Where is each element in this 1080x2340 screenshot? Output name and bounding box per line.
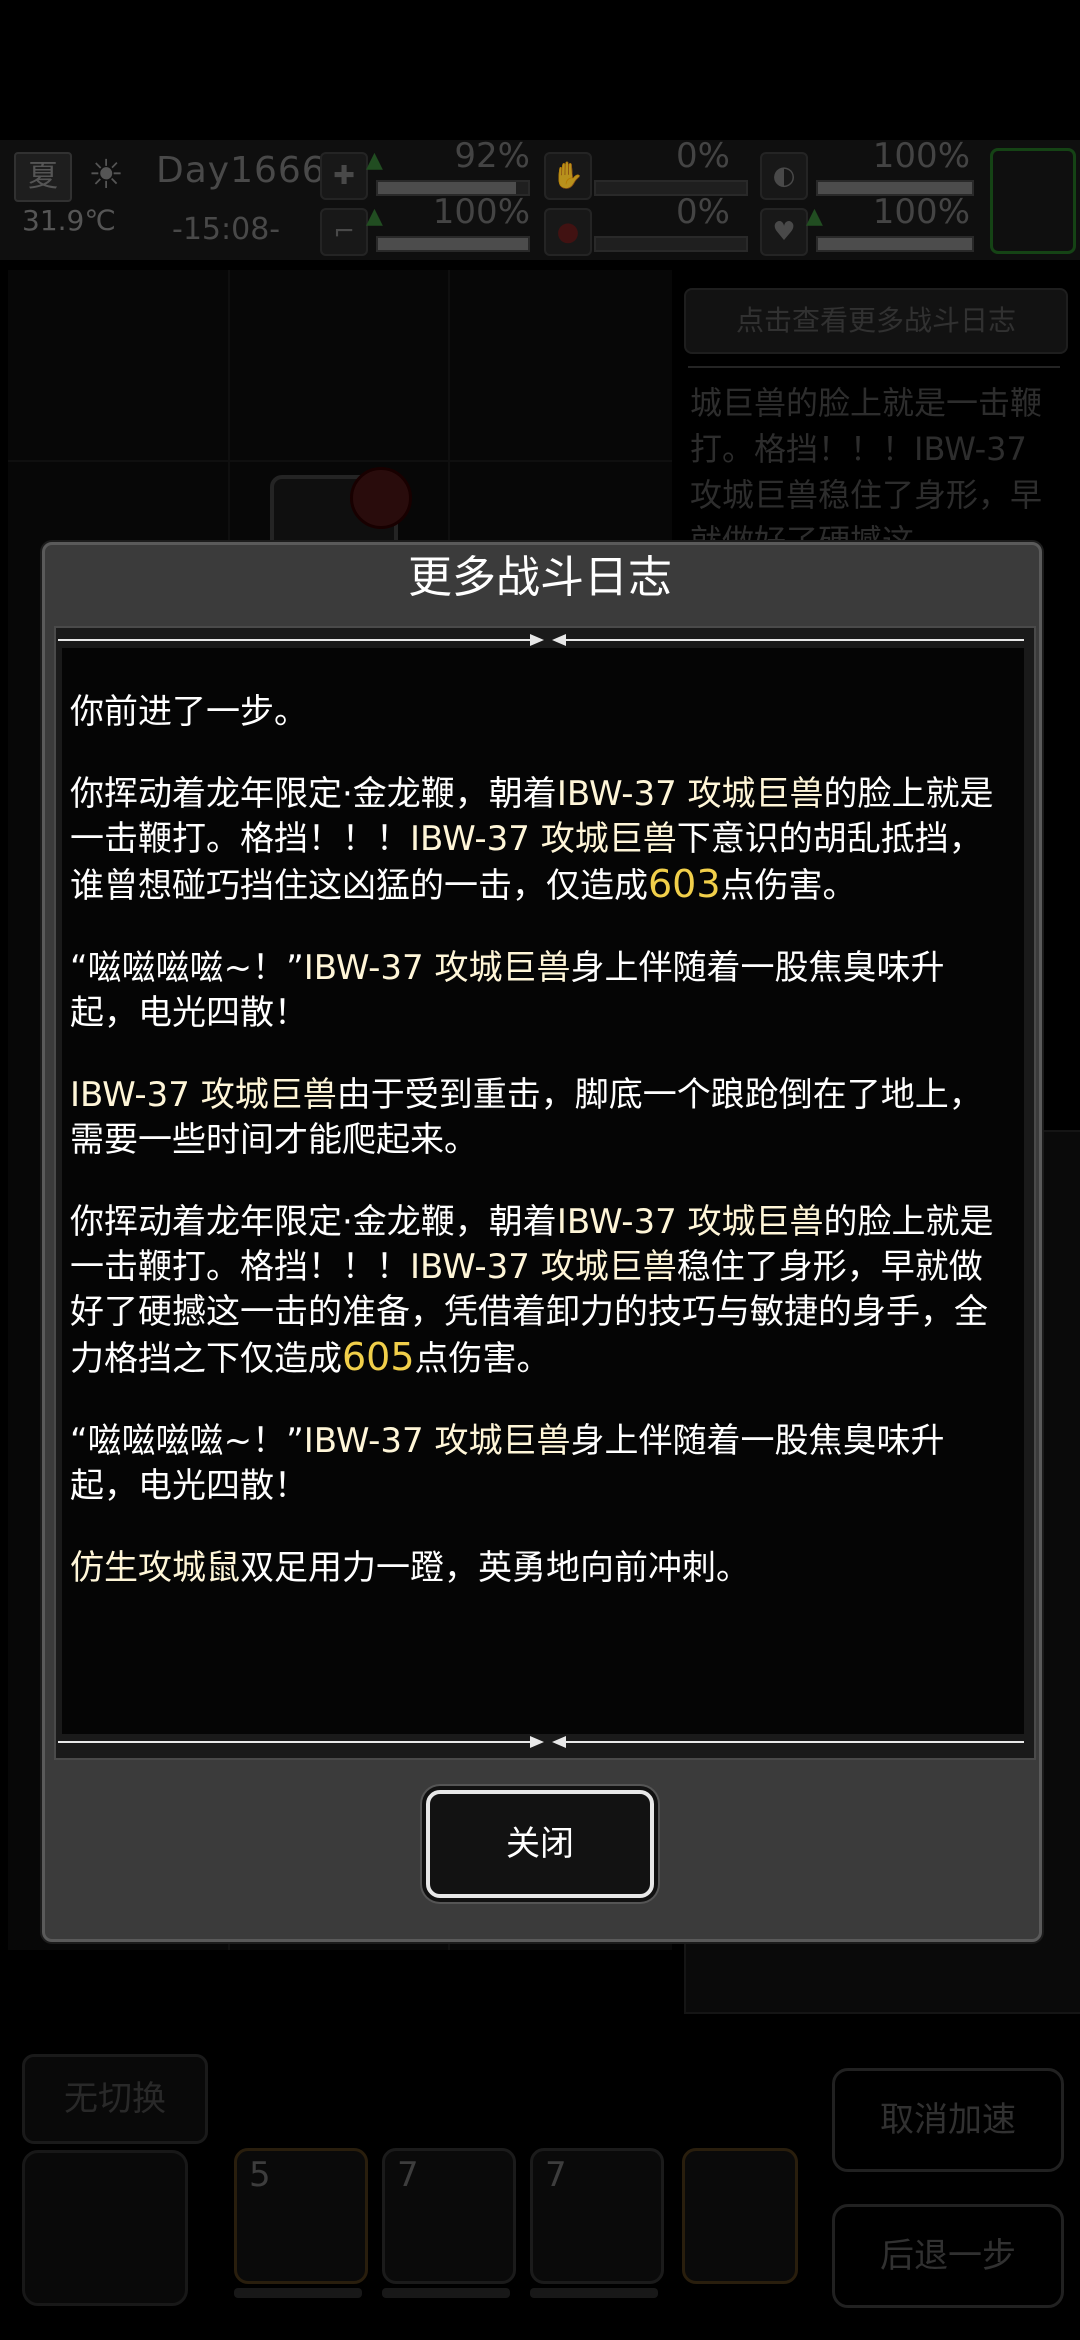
bottom-ornament-divider [58,1736,1024,1748]
entity-name: 仿生攻城鼠 [70,1548,240,1588]
log-entry: 仿生攻城鼠双足用力一蹬，英勇地向前冲刺。 [70,1546,1010,1591]
entity-name: IBW-37 攻城巨兽 [556,1202,824,1242]
entity-name: IBW-37 攻城巨兽 [303,948,571,988]
log-text: 你挥动着龙年限定·金龙鞭，朝着 [70,1202,557,1242]
log-text: “嗞嗞嗞嗞~！” [70,1421,304,1461]
close-button[interactable]: 关闭 [426,1790,654,1898]
log-entry: IBW-37 攻城巨兽由于受到重击，脚底一个踉跄倒在了地上，需要一些时间才能爬起… [70,1073,1010,1163]
log-entry: 你挥动着龙年限定·金龙鞭，朝着IBW-37 攻城巨兽的脸上就是一击鞭打。格挡！！… [70,772,1010,909]
log-entry: “嗞嗞嗞嗞~！”IBW-37 攻城巨兽身上伴随着一股焦臭味升起，电光四散！ [70,946,1010,1036]
log-text: 你前进了一步。 [70,692,308,732]
top-ornament-divider [58,634,1024,646]
log-text: 点伤害。 [720,866,857,906]
damage-value: 603 [648,862,721,906]
entity-name: IBW-37 攻城巨兽 [70,1075,337,1115]
log-entry: 你前进了一步。 [70,690,1010,735]
log-text: “嗞嗞嗞嗞~！” [70,948,304,988]
entity-name: IBW-37 攻城巨兽 [410,819,677,859]
dialog-title: 更多战斗日志 [408,552,672,603]
entity-name: IBW-37 攻城巨兽 [410,1247,677,1287]
log-text: 双足用力一蹬，英勇地向前冲刺。 [240,1548,750,1588]
log-text: 你挥动着龙年限定·金龙鞭，朝着 [70,774,557,814]
log-entry: “嗞嗞嗞嗞~！”IBW-37 攻城巨兽身上伴随着一股焦臭味升起，电光四散！ [70,1419,1010,1509]
log-entry: 你挥动着龙年限定·金龙鞭，朝着IBW-37 攻城巨兽的脸上就是一击鞭打。格挡！！… [70,1200,1010,1382]
entity-name: IBW-37 攻城巨兽 [303,1421,571,1461]
damage-value: 605 [342,1335,415,1379]
entity-name: IBW-37 攻城巨兽 [556,774,824,814]
log-text: 点伤害。 [414,1339,551,1379]
battle-log-text: 你前进了一步。 你挥动着龙年限定·金龙鞭，朝着IBW-37 攻城巨兽的脸上就是一… [70,690,1010,1628]
